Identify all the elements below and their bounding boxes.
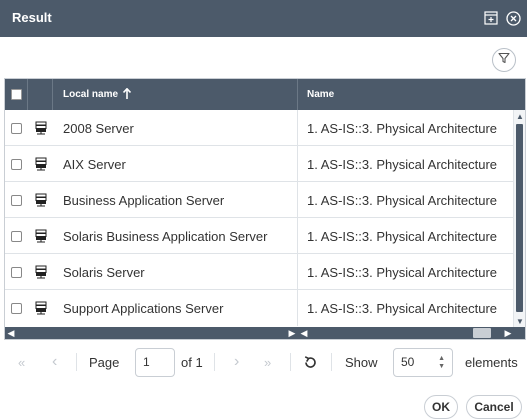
row-checkbox[interactable] [5, 290, 28, 326]
server-icon [28, 254, 53, 290]
close-circle-icon[interactable] [505, 10, 521, 26]
divider [76, 353, 77, 371]
select-all-checkbox[interactable] [5, 79, 28, 110]
page-count-label: of 1 [181, 354, 203, 370]
elements-label: elements [465, 354, 518, 370]
cell-name: 1. AS-IS::3. Physical Architecture [307, 264, 498, 280]
scroll-down-icon[interactable]: ▼ [514, 315, 525, 327]
cancel-button[interactable]: Cancel [466, 395, 522, 419]
pagination-bar: « ‹ Page 1 of 1 › » Show 50 ▲ ▼ elements [0, 346, 527, 378]
filter-icon [498, 51, 510, 69]
server-icon [28, 110, 53, 146]
ok-button[interactable]: OK [424, 395, 458, 419]
cell-name: 1. AS-IS::3. Physical Architecture [307, 192, 498, 208]
column-header-name[interactable]: Name [298, 79, 525, 110]
table-row[interactable]: 2008 Server 1. AS-IS::3. Physical Archit… [5, 110, 513, 146]
grid-body: 2008 Server 1. AS-IS::3. Physical Archit… [5, 110, 513, 326]
vertical-scrollbar[interactable]: ▲ ▼ [513, 110, 525, 327]
next-page-button[interactable]: › [234, 346, 239, 378]
table-row[interactable]: Solaris Server 1. AS-IS::3. Physical Arc… [5, 254, 513, 290]
horizontal-scrollbar-left[interactable]: ◀ ▶ [5, 327, 298, 339]
horizontal-scroll-thumb[interactable] [473, 328, 491, 338]
sort-ascending-icon [122, 87, 132, 102]
cell-name: 1. AS-IS::3. Physical Architecture [307, 300, 498, 316]
scroll-right-icon[interactable]: ▶ [502, 327, 514, 339]
server-icon [28, 182, 53, 218]
server-icon [28, 218, 53, 254]
table-row[interactable]: Support Applications Server 1. AS-IS::3.… [5, 290, 513, 326]
divider [290, 353, 291, 371]
scroll-left-icon[interactable]: ◀ [298, 327, 310, 339]
page-size-stepper[interactable]: 50 ▲ ▼ [393, 347, 453, 377]
horizontal-scrollbar-right[interactable]: ◀ ▶ [298, 327, 525, 339]
divider [214, 353, 215, 371]
row-checkbox[interactable] [5, 254, 28, 290]
page-size-value: 50 [401, 355, 415, 369]
icon-column-header [28, 79, 53, 110]
scroll-left-icon[interactable]: ◀ [5, 327, 17, 339]
filter-button[interactable] [492, 48, 516, 72]
grid-header: Local name Name [5, 79, 525, 110]
cell-local-name: AIX Server [53, 146, 298, 182]
refresh-icon[interactable] [303, 346, 318, 378]
row-checkbox[interactable] [5, 110, 28, 146]
first-page-button[interactable]: « [18, 346, 25, 378]
cell-local-name: 2008 Server [53, 110, 298, 146]
prev-page-button[interactable]: ‹ [52, 346, 57, 378]
cell-name: 1. AS-IS::3. Physical Architecture [307, 156, 498, 172]
dialog-title: Result [12, 10, 52, 25]
page-number-input[interactable]: 1 [135, 347, 175, 377]
column-header-label: Local name [63, 89, 119, 100]
cell-name: 1. AS-IS::3. Physical Architecture [307, 120, 498, 136]
show-label: Show [345, 354, 378, 370]
table-row[interactable]: Solaris Business Application Server 1. A… [5, 218, 513, 254]
divider [331, 353, 332, 371]
scroll-up-icon[interactable]: ▲ [514, 110, 525, 122]
dialog-titlebar: Result [0, 0, 527, 37]
server-icon [28, 290, 53, 326]
last-page-button[interactable]: » [264, 346, 271, 378]
maximize-icon[interactable] [483, 10, 499, 26]
column-header-label: Name [307, 89, 335, 100]
table-row[interactable]: Business Application Server 1. AS-IS::3.… [5, 182, 513, 218]
row-checkbox[interactable] [5, 146, 28, 182]
scroll-right-icon[interactable]: ▶ [286, 327, 298, 339]
cell-local-name: Business Application Server [53, 182, 298, 218]
server-icon [28, 146, 53, 182]
page-label: Page [89, 354, 120, 370]
table-row[interactable]: AIX Server 1. AS-IS::3. Physical Archite… [5, 146, 513, 182]
result-grid: Local name Name 2008 Server 1. AS-IS::3.… [4, 78, 526, 340]
row-checkbox[interactable] [5, 218, 28, 254]
cell-local-name: Support Applications Server [53, 290, 298, 326]
stepper-arrows-icon[interactable]: ▲ ▼ [438, 355, 445, 371]
cell-local-name: Solaris Server [53, 254, 298, 290]
vertical-scroll-thumb[interactable] [516, 124, 523, 312]
row-checkbox[interactable] [5, 182, 28, 218]
column-header-local-name[interactable]: Local name [53, 79, 298, 110]
cell-local-name: Solaris Business Application Server [53, 218, 298, 254]
cell-name: 1. AS-IS::3. Physical Architecture [307, 228, 498, 244]
